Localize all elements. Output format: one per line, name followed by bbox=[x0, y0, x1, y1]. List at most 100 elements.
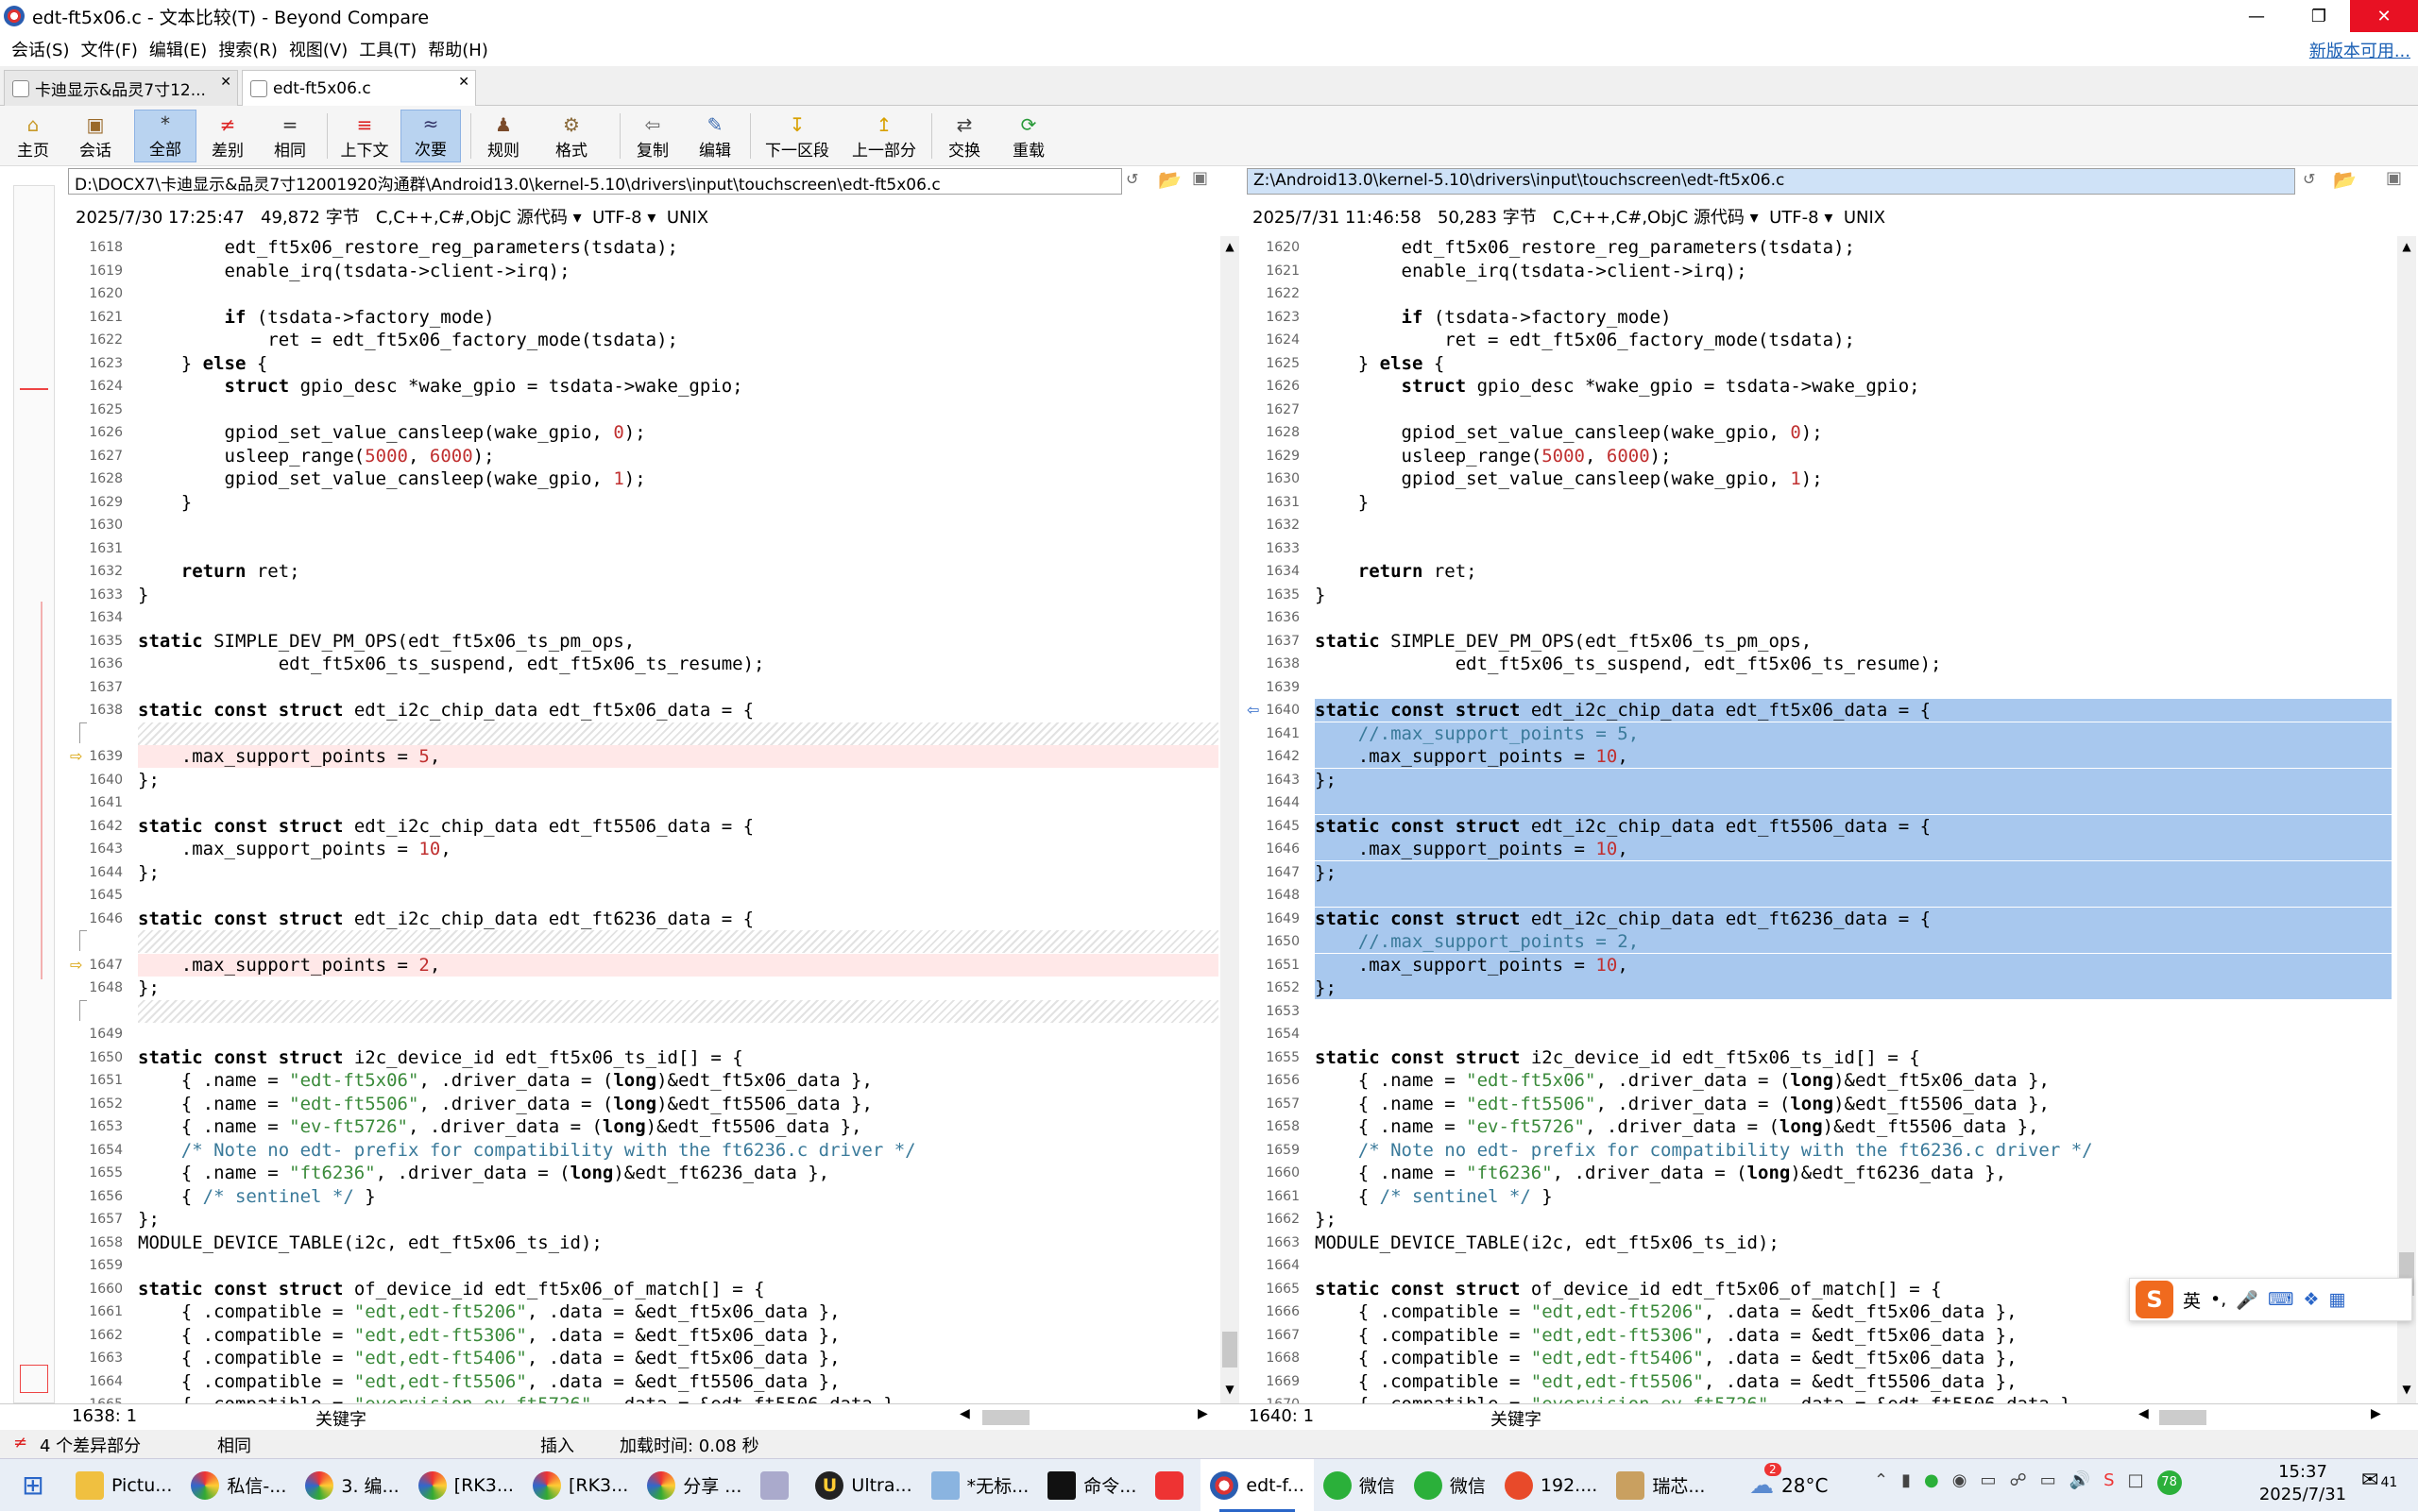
diff-arrow-icon[interactable]: ⇨ bbox=[70, 745, 82, 768]
code-line[interactable]: { .compatible = "edt,edt-ft5306", .data … bbox=[1315, 1324, 2392, 1347]
wechat-tray-icon[interactable]: ● bbox=[1924, 1470, 1939, 1495]
code-line[interactable]: static const struct edt_i2c_chip_data ed… bbox=[138, 908, 1218, 930]
ime-toolbar[interactable]: S 英 •, 🎤 ⌨ ❖ ▦ bbox=[2129, 1278, 2412, 1321]
code-line[interactable]: /* Note no edt- prefix for compatibility… bbox=[138, 1139, 1218, 1162]
clock[interactable]: 15:37 2025/7/31 bbox=[2256, 1461, 2350, 1506]
volume-icon[interactable]: 🔊 bbox=[2069, 1470, 2090, 1495]
code-line[interactable]: } else { bbox=[138, 352, 1218, 375]
code-line[interactable] bbox=[1315, 1023, 2392, 1045]
code-line[interactable] bbox=[1315, 1254, 2392, 1277]
code-line[interactable]: gpiod_set_value_cansleep(wake_gpio, 0); bbox=[138, 421, 1218, 444]
home-button[interactable]: ⌂ 主页 bbox=[9, 110, 57, 162]
network-icon[interactable]: ☍ bbox=[2009, 1470, 2026, 1495]
code-line[interactable]: usleep_range(5000, 6000); bbox=[138, 445, 1218, 467]
code-line[interactable]: gpiod_set_value_cansleep(wake_gpio, 0); bbox=[1315, 421, 2392, 444]
left-editor[interactable]: edt_ft5x06_restore_reg_parameters(tsdata… bbox=[138, 236, 1218, 1403]
code-line[interactable] bbox=[138, 1023, 1218, 1045]
edit-button[interactable]: ✎ 编辑 bbox=[691, 110, 739, 162]
format-button[interactable]: ⚙ 格式 bbox=[538, 110, 604, 162]
code-line[interactable] bbox=[138, 884, 1218, 907]
taskbar-item[interactable]: 分享 ... bbox=[638, 1459, 751, 1512]
diff-arrow-icon[interactable]: ⇨ bbox=[70, 954, 82, 977]
code-line[interactable]: { .name = "ft6236", .driver_data = (long… bbox=[1315, 1162, 2392, 1184]
code-line[interactable] bbox=[1315, 537, 2392, 560]
right-vertical-scrollbar[interactable]: ▲ ▼ bbox=[2397, 236, 2416, 1403]
tab-edt-ft5x06[interactable]: edt-ft5x06.c ✕ bbox=[242, 70, 476, 107]
code-line[interactable]: }; bbox=[138, 861, 1218, 884]
code-line[interactable]: static const struct of_device_id edt_ft5… bbox=[138, 1278, 1218, 1300]
menu-edit[interactable]: 编辑(E) bbox=[144, 37, 213, 61]
code-line[interactable]: .max_support_points = 10, bbox=[1315, 954, 2392, 977]
prev-section-button[interactable]: ↥ 上一部分 bbox=[844, 110, 924, 162]
code-line[interactable]: struct gpio_desc *wake_gpio = tsdata->wa… bbox=[1315, 375, 2392, 398]
code-line[interactable]: }; bbox=[138, 977, 1218, 999]
skin-icon[interactable]: ❖ bbox=[2303, 1289, 2319, 1310]
code-line[interactable]: } bbox=[138, 584, 1218, 606]
menu-view[interactable]: 视图(V) bbox=[283, 37, 353, 61]
taskbar-item[interactable]: U Ultra... bbox=[806, 1459, 921, 1512]
close-tab-icon[interactable]: ✕ bbox=[220, 75, 231, 90]
code-line[interactable] bbox=[1315, 514, 2392, 536]
code-line[interactable]: enable_irq(tsdata->client->irq); bbox=[138, 260, 1218, 282]
code-line[interactable]: .max_support_points = 10, bbox=[1315, 838, 2392, 860]
diff-arrow-icon[interactable]: ⇦ bbox=[1247, 699, 1259, 722]
history-icon[interactable]: ↺ bbox=[2303, 170, 2315, 188]
scroll-thumb[interactable] bbox=[1222, 1332, 1237, 1368]
tab-session-folder[interactable]: 卡迪显示&品灵7寸12... ✕ bbox=[4, 70, 238, 106]
code-line[interactable]: { .compatible = "edt,edt-ft5306", .data … bbox=[138, 1324, 1218, 1347]
punctuation-icon[interactable]: •, bbox=[2210, 1289, 2226, 1310]
code-line[interactable] bbox=[1315, 676, 2392, 699]
tray-app-icon[interactable]: ◉ bbox=[1952, 1470, 1967, 1495]
right-editor[interactable]: edt_ft5x06_restore_reg_parameters(tsdata… bbox=[1315, 236, 2392, 1403]
code-line[interactable]: { .name = "edt-ft5x06", .driver_data = (… bbox=[138, 1069, 1218, 1092]
code-line[interactable]: { .name = "edt-ft5506", .driver_data = (… bbox=[138, 1093, 1218, 1115]
code-line[interactable]: static const struct edt_i2c_chip_data ed… bbox=[1315, 699, 2392, 722]
sogou-icon[interactable]: S bbox=[2136, 1281, 2173, 1318]
taskbar-item[interactable]: 瑞芯... bbox=[1607, 1459, 1714, 1512]
right-path-input[interactable]: Z:\Android13.0\kernel-5.10\drivers\input… bbox=[1247, 168, 2295, 195]
reload-button[interactable]: ⟳ 重载 bbox=[1005, 110, 1052, 162]
code-line[interactable] bbox=[1315, 884, 2392, 907]
folder-open-icon[interactable]: 📂 bbox=[1158, 168, 1182, 191]
code-line[interactable]: } else { bbox=[1315, 352, 2392, 375]
taskbar-item[interactable]: *无标... bbox=[922, 1459, 1039, 1512]
code-line[interactable]: gpiod_set_value_cansleep(wake_gpio, 1); bbox=[138, 467, 1218, 490]
code-line[interactable]: { .name = "ev-ft5726", .driver_data = (l… bbox=[138, 1115, 1218, 1138]
taskbar-item[interactable] bbox=[1146, 1459, 1200, 1512]
right-eol[interactable]: UNIX bbox=[1844, 208, 1885, 228]
minimize-button[interactable]: — bbox=[2225, 0, 2288, 32]
swap-button[interactable]: ⇄ 交换 bbox=[941, 110, 988, 162]
code-line[interactable]: { /* sentinel */ } bbox=[138, 1185, 1218, 1208]
taskbar-item-active[interactable]: edt-f... bbox=[1200, 1458, 1314, 1512]
code-line[interactable]: static const struct i2c_device_id edt_ft… bbox=[138, 1046, 1218, 1069]
code-line[interactable] bbox=[138, 606, 1218, 629]
code-line[interactable]: { .name = "edt-ft5506", .driver_data = (… bbox=[1315, 1093, 2392, 1115]
code-line[interactable] bbox=[138, 930, 1218, 953]
code-line[interactable]: return ret; bbox=[1315, 560, 2392, 583]
code-line[interactable] bbox=[138, 399, 1218, 421]
code-line[interactable]: static const struct i2c_device_id edt_ft… bbox=[1315, 1046, 2392, 1069]
right-encoding[interactable]: UTF-8 bbox=[1769, 208, 1818, 228]
code-line[interactable]: static const struct edt_i2c_chip_data ed… bbox=[1315, 908, 2392, 930]
taskbar-item[interactable]: 3. 编... bbox=[296, 1459, 408, 1512]
left-horizontal-thumb[interactable] bbox=[982, 1410, 1030, 1425]
left-eol[interactable]: UNIX bbox=[667, 208, 708, 228]
code-line[interactable]: { .name = "edt-ft5x06", .driver_data = (… bbox=[1315, 1069, 2392, 1092]
code-line[interactable]: } bbox=[1315, 584, 2392, 606]
keyboard-icon[interactable]: ⌨ bbox=[2268, 1289, 2293, 1310]
scroll-up-icon[interactable]: ▲ bbox=[1220, 240, 1239, 253]
code-line[interactable]: static SIMPLE_DEV_PM_OPS(edt_ft5x06_ts_p… bbox=[138, 630, 1218, 653]
code-line[interactable]: MODULE_DEVICE_TABLE(i2c, edt_ft5x06_ts_i… bbox=[138, 1232, 1218, 1254]
code-line[interactable]: { .compatible = "edt,edt-ft5506", .data … bbox=[1315, 1370, 2392, 1393]
code-line[interactable]: { .name = "ft6236", .driver_data = (long… bbox=[138, 1162, 1218, 1184]
taskbar-item[interactable]: 微信 bbox=[1314, 1459, 1405, 1512]
taskbar-item[interactable]: Pictu... bbox=[66, 1459, 181, 1512]
code-line[interactable]: .max_support_points = 2, bbox=[138, 954, 1218, 977]
code-line[interactable]: //.max_support_points = 2, bbox=[1315, 930, 2392, 953]
taskbar-item[interactable]: 私信-... bbox=[181, 1459, 296, 1512]
left-vertical-scrollbar[interactable]: ▲ ▼ bbox=[1220, 236, 1239, 1403]
minor-button[interactable]: ≈ 次要 bbox=[400, 110, 461, 162]
battery-level-badge[interactable]: 78 bbox=[2156, 1470, 2182, 1495]
save-icon[interactable]: ▣ bbox=[1192, 168, 1208, 188]
ime-language[interactable]: 英 bbox=[2183, 1287, 2201, 1313]
